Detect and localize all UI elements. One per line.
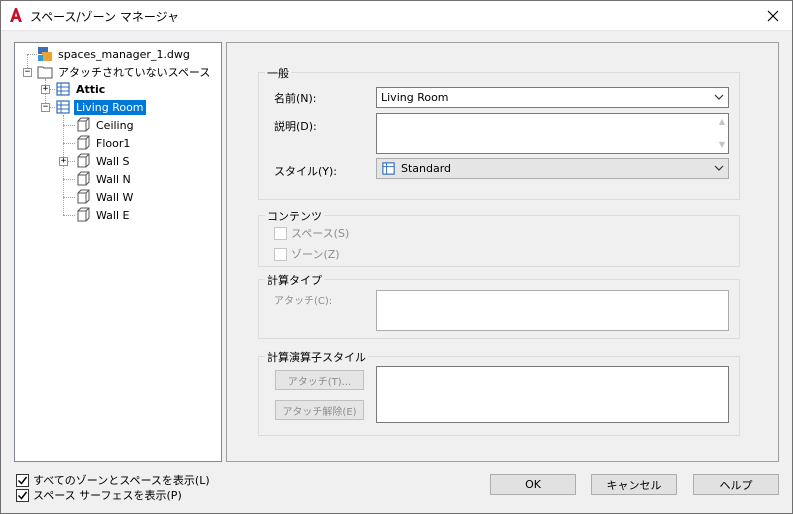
space-icon: [56, 100, 70, 114]
space-tree[interactable]: spaces_manager_1.dwg − アタッチされていないスペース + …: [14, 42, 222, 462]
tree-item-surface[interactable]: Wall W: [75, 189, 135, 205]
checkmark-icon: [17, 491, 28, 500]
tree-item-label: Living Room: [74, 99, 146, 115]
chevron-down-icon[interactable]: [714, 163, 724, 173]
properties-panel: 一般 名前(N): Living Room 説明(D): ▲ ▼ スタイル(Y)…: [226, 42, 779, 462]
checkbox-box: [274, 247, 287, 261]
autocad-app-icon: [8, 7, 24, 23]
cancel-button[interactable]: キャンセル: [591, 474, 677, 495]
tree-item-unattached[interactable]: アタッチされていないスペース: [37, 64, 212, 80]
contents-group-title: コンテンツ: [265, 208, 324, 224]
tree-item-label: Wall N: [96, 172, 131, 186]
calc-type-group: 計算タイプ アタッチ(C):: [258, 272, 740, 339]
surface-icon: [77, 171, 90, 186]
tree-item-label: spaces_manager_1.dwg: [58, 47, 190, 61]
surface-icon: [77, 189, 90, 204]
show-all-label: すべてのゾーンとスペースを表示(L): [33, 474, 210, 487]
calc-modifier-group: 計算演算子スタイル アタッチ(T)... アタッチ解除(E): [258, 349, 740, 436]
description-field[interactable]: ▲ ▼: [376, 113, 729, 154]
detach-modifier-button[interactable]: アタッチ解除(E): [275, 400, 364, 420]
tree-item-label: Wall E: [96, 208, 130, 222]
collapse-icon[interactable]: −: [23, 68, 32, 77]
general-group-title: 一般: [265, 65, 291, 81]
tree-item-label: Wall W: [96, 190, 134, 204]
drawing-file-icon: [38, 47, 52, 61]
tree-item-label: Wall S: [96, 154, 130, 168]
zone-checkbox[interactable]: ゾーン(Z): [274, 246, 340, 262]
surface-icon: [77, 153, 90, 168]
tree-item-surface[interactable]: Floor1: [75, 135, 132, 151]
scroll-up-icon: ▲: [718, 117, 725, 126]
space-icon: [56, 82, 70, 96]
show-all-checkbox[interactable]: すべてのゾーンとスペースを表示(L): [16, 472, 210, 488]
checkbox-box: [274, 226, 287, 240]
tree-item-surface[interactable]: Wall E: [75, 207, 131, 223]
calc-type-list[interactable]: [376, 290, 729, 331]
style-label: スタイル(Y):: [274, 165, 338, 178]
tree-item-label: Floor1: [96, 136, 131, 150]
name-field[interactable]: Living Room: [376, 87, 729, 108]
calc-attach-label: アタッチ(C):: [274, 296, 333, 307]
show-surfaces-checkbox[interactable]: スペース サーフェスを表示(P): [16, 487, 182, 503]
close-button[interactable]: [753, 0, 793, 31]
close-icon: [767, 10, 779, 21]
space-checkbox[interactable]: スペース(S): [274, 225, 349, 241]
calc-modifier-group-title: 計算演算子スタイル: [265, 349, 368, 365]
calc-type-group-title: 計算タイプ: [265, 272, 324, 288]
calc-modifier-list[interactable]: [376, 366, 729, 423]
show-surfaces-label: スペース サーフェスを表示(P): [33, 489, 182, 502]
name-value: Living Room: [381, 91, 449, 104]
scroll-down-icon: ▼: [718, 140, 725, 149]
tree-item-surface[interactable]: Wall N: [75, 171, 133, 187]
name-label: 名前(N):: [274, 92, 317, 105]
description-label: 説明(D):: [274, 120, 317, 133]
attach-modifier-button[interactable]: アタッチ(T)...: [275, 370, 364, 390]
space-style-icon: [382, 162, 395, 175]
zone-checkbox-label: ゾーン(Z): [291, 248, 340, 261]
style-select[interactable]: Standard: [376, 158, 729, 179]
tree-item-label: アタッチされていないスペース: [58, 65, 211, 79]
surface-icon: [77, 117, 90, 132]
window-title: スペース/ゾーン マネージャ: [30, 10, 179, 24]
tree-item-surface[interactable]: Wall S: [75, 153, 132, 169]
tree-item-surface[interactable]: Ceiling: [75, 117, 136, 133]
help-button[interactable]: ヘルプ: [693, 474, 779, 495]
tree-item-attic[interactable]: Attic: [55, 81, 107, 97]
tree-item-drawing[interactable]: spaces_manager_1.dwg: [37, 46, 192, 62]
checkbox-box: [16, 473, 29, 487]
surface-icon: [77, 135, 90, 150]
tree-item-label: Ceiling: [96, 118, 134, 132]
tree-item-label: Attic: [76, 82, 106, 96]
chevron-down-icon[interactable]: [714, 92, 724, 102]
style-value: Standard: [401, 162, 452, 175]
expand-icon[interactable]: +: [59, 157, 68, 166]
contents-group: コンテンツ スペース(S) ゾーン(Z): [258, 208, 740, 267]
expand-icon[interactable]: +: [41, 85, 50, 94]
folder-icon: [37, 66, 53, 79]
ok-button[interactable]: OK: [490, 474, 576, 495]
checkbox-box: [16, 488, 29, 502]
title-bar: スペース/ゾーン マネージャ: [0, 0, 793, 31]
surface-icon: [77, 207, 90, 222]
checkmark-icon: [17, 476, 28, 485]
collapse-icon[interactable]: −: [41, 103, 50, 112]
general-group: 一般 名前(N): Living Room 説明(D): ▲ ▼ スタイル(Y)…: [258, 65, 740, 200]
space-checkbox-label: スペース(S): [291, 227, 350, 240]
tree-item-living-room[interactable]: Living Room: [55, 99, 146, 115]
